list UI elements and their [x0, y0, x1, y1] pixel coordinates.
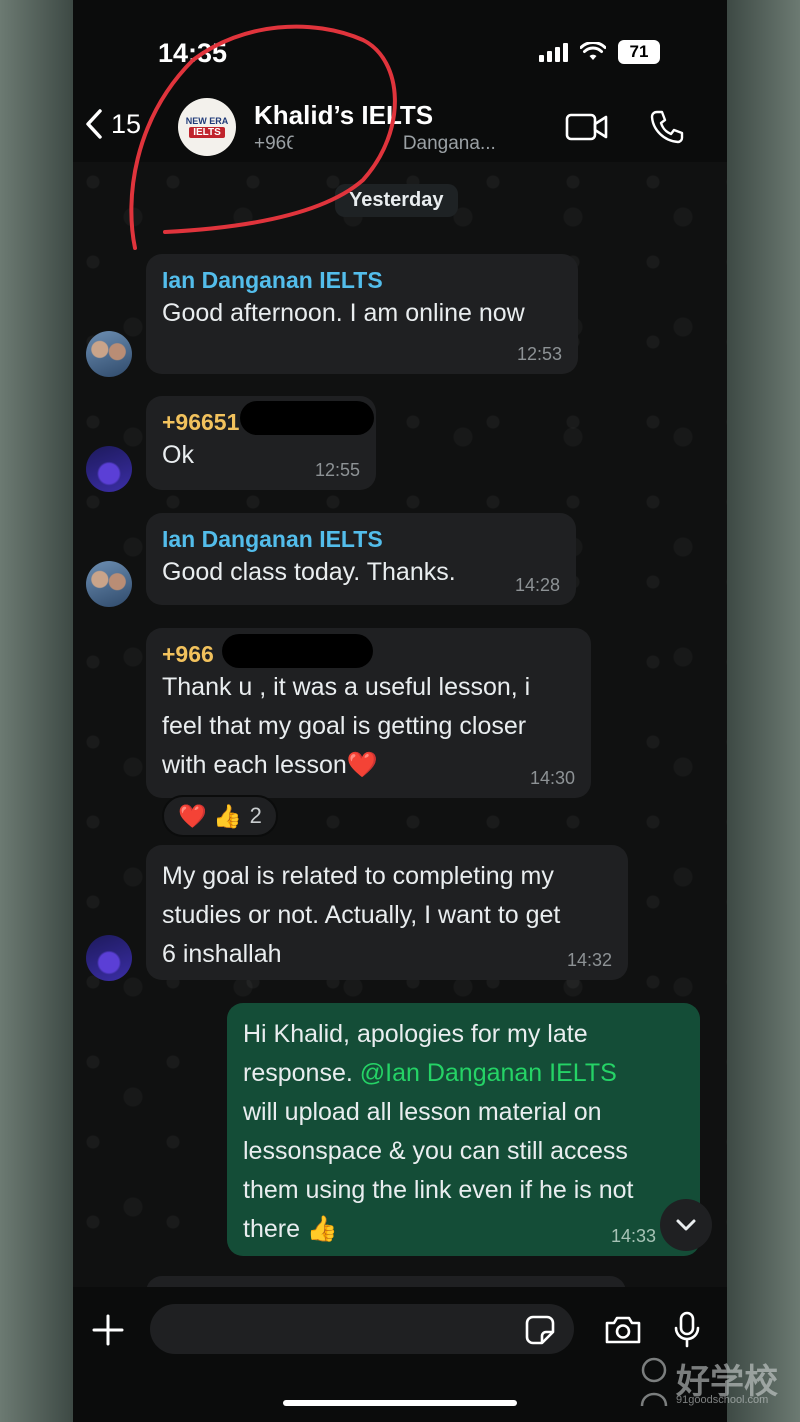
status-icons: 71	[539, 40, 660, 64]
message-bubble[interactable]: Ian Danganan IELTS Good afternoon. I am …	[146, 254, 578, 374]
mascot-icon	[640, 1357, 668, 1407]
message-text-line: Hi Khalid, apologies for my late	[243, 1020, 588, 1048]
watermark-url: 91goodschool.com	[676, 1394, 769, 1406]
watermark-logo: 好学校 91goodschool.com	[636, 1352, 786, 1412]
message-bubble[interactable]: Ian Danganan IELTS Good class today. Tha…	[146, 513, 576, 605]
message-time: 14:33	[610, 1226, 656, 1246]
chevron-down-icon	[676, 1219, 696, 1231]
avatar[interactable]	[86, 561, 132, 607]
message-time: 12:53	[516, 344, 562, 364]
message-text-line: with each lesson❤️	[162, 751, 378, 779]
battery-icon: 71	[618, 40, 660, 64]
scroll-to-bottom-button[interactable]	[660, 1199, 712, 1251]
plus-icon[interactable]	[91, 1313, 125, 1347]
phone-call-icon[interactable]	[649, 110, 685, 144]
message-text-line: 6 inshallah	[162, 940, 282, 968]
message-text-line: Thank u , it was a useful lesson, i	[162, 673, 531, 701]
redaction-mark	[291, 134, 403, 152]
logo-text-top: NEW ERA	[185, 116, 229, 126]
message-text: Good class today. Thanks.	[162, 558, 456, 586]
message-time: 14:28	[514, 575, 560, 595]
reaction-count: 2	[249, 803, 262, 828]
outgoing-message-bubble[interactable]: Hi Khalid, apologies for my late respons…	[227, 1003, 700, 1256]
message-time: 14:30	[529, 768, 575, 788]
video-call-icon[interactable]	[565, 112, 609, 142]
message-composer	[73, 1287, 727, 1422]
signal-icon	[539, 42, 568, 62]
redaction-mark	[222, 634, 373, 668]
microphone-icon[interactable]	[673, 1311, 701, 1349]
sticker-icon[interactable]	[524, 1314, 556, 1346]
avatar[interactable]	[86, 331, 132, 377]
chat-header: 15 NEW ERA IELTS Khalid’s IELTS +966 •••…	[73, 90, 727, 162]
reactions-pill[interactable]: ❤️ 👍 2	[162, 795, 278, 837]
redaction-mark	[240, 401, 374, 435]
message-text-line: lessonspace & you can still access	[243, 1137, 628, 1165]
avatar[interactable]	[86, 446, 132, 492]
home-indicator	[283, 1400, 517, 1406]
message-text-line: studies or not. Actually, I want to get	[162, 901, 561, 929]
unread-count: 15	[111, 108, 142, 139]
chevron-left-icon	[86, 109, 102, 139]
avatar[interactable]	[86, 935, 132, 981]
message-text-line: will upload all lesson material on	[243, 1098, 602, 1126]
camera-icon[interactable]	[603, 1314, 643, 1346]
message-text-line: feel that my goal is getting closer	[162, 712, 527, 740]
group-avatar[interactable]: NEW ERA IELTS	[178, 98, 236, 156]
message-input[interactable]	[150, 1304, 574, 1354]
date-separator: Yesterday	[335, 184, 458, 217]
reaction-emojis: ❤️ 👍	[178, 802, 242, 829]
message-time: 14:32	[566, 950, 612, 970]
message-text-line: My goal is related to completing my	[162, 862, 554, 890]
mention-link[interactable]: @Ian Danganan IELTS	[360, 1059, 617, 1087]
sender-name: Ian Danganan IELTS	[162, 526, 383, 552]
sender-name: Ian Danganan IELTS	[162, 267, 383, 293]
message-text: Good afternoon. I am online now	[162, 299, 525, 327]
back-button[interactable]: 15	[85, 108, 141, 140]
status-time: 14:35	[158, 38, 228, 68]
logo-text-bottom: IELTS	[189, 127, 225, 138]
group-name[interactable]: Khalid’s IELTS	[254, 100, 433, 131]
whatsapp-screen: 14:35 71 15 NEW ERA IELTS Khalid’s IELTS…	[73, 0, 727, 1422]
message-text-line: them using the link even if he is not	[243, 1176, 634, 1204]
message-bubble[interactable]: My goal is related to completing my stud…	[146, 845, 628, 980]
message-time: 12:55	[314, 460, 360, 480]
message-text-line: response. @Ian Danganan IELTS	[243, 1054, 684, 1093]
message-text-prefix: response.	[243, 1059, 360, 1087]
wifi-icon	[580, 42, 606, 60]
